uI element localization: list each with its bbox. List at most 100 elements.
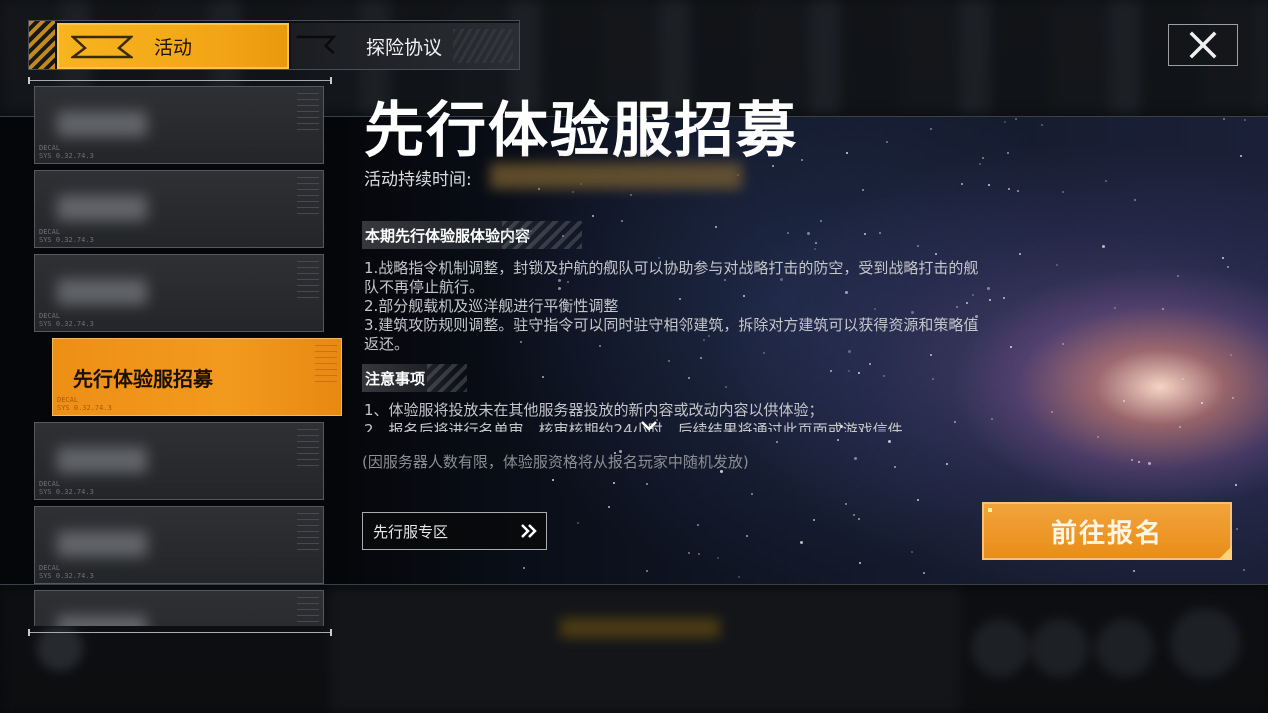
star [1009,346,1012,349]
star [830,370,833,373]
star [551,479,554,482]
star [931,377,934,380]
star [910,550,913,553]
footnote: (因服务器人数有限，体验服资格将从报名玩家中随机发放) [362,453,749,471]
star [917,499,920,502]
star [1015,118,1018,121]
list-item-selected[interactable]: 先行体验服招募 DECAL SYS 0.32.74.3 [52,338,342,416]
blurred-item-title [57,531,147,557]
star [724,386,727,389]
item-corner-deco [297,429,319,469]
star [746,534,748,537]
close-button[interactable] [1168,24,1238,66]
star [1134,199,1137,202]
list-item[interactable]: DECAL SYS 0.32.74.3 [34,254,324,332]
protocol-icon [296,35,337,54]
chevron-down-icon[interactable] [640,420,658,432]
star [847,369,850,372]
star [857,371,860,374]
list-item[interactable]: DECAL SYS 0.32.74.3 [34,422,324,500]
star [893,465,896,468]
star [751,492,754,495]
star [1177,275,1180,278]
list-frame-bottom [28,629,332,636]
tab-bar: 活动 探险协议 [28,20,520,70]
duration-label: 活动持续时间: [364,170,472,190]
star [645,483,648,486]
star [1230,353,1233,356]
star [1181,378,1184,381]
tab-bar-hazard-stripes [29,21,55,69]
star [978,162,981,165]
star [917,245,920,248]
item-code: DECAL SYS 0.32.74.3 [39,480,94,496]
star [960,182,963,185]
star [930,128,933,131]
star [1041,123,1044,126]
star [882,374,885,377]
star [852,514,855,517]
list-item[interactable]: DECAL SYS 0.32.74.3 [34,506,324,584]
star [854,456,858,460]
star [696,523,699,526]
star [988,184,991,187]
star [930,354,933,357]
star [1133,569,1136,572]
star [1147,462,1151,466]
star [923,572,926,575]
item-code: DECAL SYS 0.32.74.3 [39,144,94,160]
star [1236,527,1239,530]
star [715,225,718,228]
star [572,191,575,194]
preview-server-zone-button[interactable]: 先行服专区 [362,512,547,550]
star [668,359,671,362]
star [878,232,881,235]
star [986,287,990,291]
list-item[interactable]: DECAL SYS 0.32.74.3 [34,170,324,248]
star [1239,155,1242,158]
star [1179,426,1182,429]
list-item-title: 先行体验服招募 [73,367,213,391]
register-button-label: 前往报名 [1050,518,1163,549]
star [629,194,632,196]
tab-events[interactable]: 活动 [57,23,289,69]
item-corner-deco [297,597,319,626]
section-header-content: 本期先行体验服体验内容 [362,221,582,249]
star [1161,307,1164,310]
star [737,576,740,579]
star [699,357,702,360]
star [885,140,888,143]
star [1017,189,1020,192]
star [1062,190,1065,193]
star [799,541,803,545]
star [688,551,691,554]
close-icon [1189,31,1217,59]
item-code: DECAL SYS 0.32.74.3 [39,564,94,580]
item-corner-deco [297,177,319,217]
content-line: 1.战略指令机制调整，封锁及护航的舰队可以协助参与对战略打击的防空，受到战略打击… [364,259,979,296]
star [1222,256,1225,259]
tab-expedition-protocol[interactable]: 探险协议 [291,23,519,69]
tab-events-label: 活动 [154,36,193,59]
item-corner-deco [297,513,319,553]
page-title: 先行体验服招募 [364,96,798,166]
double-chevron-right-icon [521,524,537,538]
star [814,241,817,244]
star [1006,152,1009,155]
event-icon [71,35,133,59]
list-item[interactable]: DECAL SYS 0.32.74.3 [34,86,324,164]
star [1131,458,1134,461]
notes-scroll-area[interactable]: 1、体验服将投放未在其他服务器投放的新内容或改动内容以供体验； 2、报名后将进行… [364,400,979,432]
button-corner-dot [988,508,992,512]
event-list: DECAL SYS 0.32.74.3 DECAL SYS 0.32.74.3 … [34,86,344,626]
star [775,440,778,443]
star [819,219,822,222]
note-line: 1、体验服将投放未在其他服务器投放的新内容或改动内容以供体验； [364,401,824,419]
star [837,439,840,442]
list-item[interactable] [34,590,324,626]
register-button[interactable]: 前往报名 [982,502,1232,560]
star [1018,253,1021,256]
section-header-notes-label: 注意事项 [365,369,426,388]
star [697,553,700,556]
button-corner-notch [1218,546,1232,560]
